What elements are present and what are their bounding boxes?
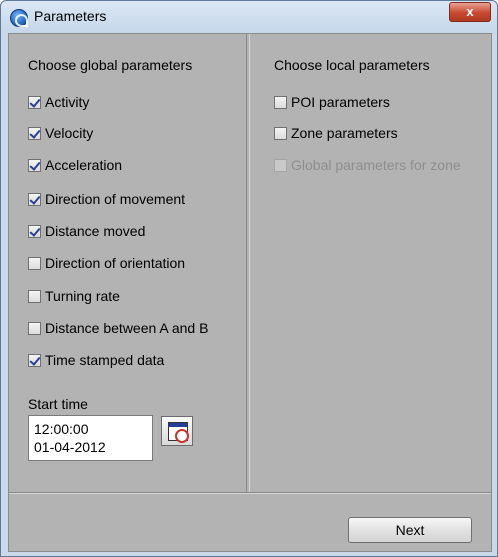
global-parameters-heading: Choose global parameters bbox=[28, 57, 193, 73]
checkbox-label: Distance moved bbox=[45, 223, 146, 239]
checkbox-turning-rate[interactable]: Turning rate bbox=[28, 287, 120, 305]
checkbox-label: Velocity bbox=[45, 125, 94, 141]
parameters-dialog: Parameters x Choose global parameters Ac… bbox=[0, 0, 498, 557]
checkbox-box[interactable] bbox=[274, 95, 287, 109]
checkbox-box[interactable] bbox=[28, 353, 41, 367]
checkbox-label: Zone parameters bbox=[291, 125, 398, 141]
checkbox-box bbox=[274, 158, 287, 172]
app-logo-icon bbox=[10, 9, 28, 27]
global-parameters-panel: Choose global parameters Activity Veloci… bbox=[9, 34, 247, 492]
checkbox-direction-of-orientation[interactable]: Direction of orientation bbox=[28, 254, 185, 272]
checkbox-box[interactable] bbox=[28, 192, 41, 206]
checkbox-acceleration[interactable]: Acceleration bbox=[28, 156, 122, 174]
checkbox-box[interactable] bbox=[28, 95, 41, 109]
checkbox-direction-of-movement[interactable]: Direction of movement bbox=[28, 190, 185, 208]
checkbox-box[interactable] bbox=[28, 321, 41, 335]
window-title: Parameters bbox=[34, 8, 107, 24]
checkbox-label: Acceleration bbox=[45, 157, 123, 173]
checkbox-box[interactable] bbox=[28, 126, 41, 140]
checkbox-label: Direction of orientation bbox=[45, 255, 186, 271]
checkbox-box[interactable] bbox=[28, 158, 41, 172]
close-button[interactable]: x bbox=[449, 2, 491, 22]
checkbox-label: Time stamped data bbox=[45, 352, 165, 368]
title-bar[interactable]: Parameters x bbox=[1, 1, 497, 33]
local-parameters-panel: Choose local parameters POI parameters Z… bbox=[249, 34, 491, 492]
next-button[interactable]: Next bbox=[348, 517, 472, 543]
checkbox-box[interactable] bbox=[28, 289, 41, 303]
start-time-label: Start time bbox=[28, 396, 88, 412]
checkbox-activity[interactable]: Activity bbox=[28, 93, 89, 111]
checkbox-label: POI parameters bbox=[291, 94, 390, 110]
checkbox-label: Distance between A and B bbox=[45, 320, 209, 336]
checkbox-time-stamped-data[interactable]: Time stamped data bbox=[28, 351, 164, 369]
local-parameters-heading: Choose local parameters bbox=[274, 57, 430, 73]
checkbox-label: Direction of movement bbox=[45, 191, 186, 207]
checkbox-box[interactable] bbox=[274, 126, 287, 140]
calendar-button[interactable] bbox=[161, 416, 193, 446]
checkbox-velocity[interactable]: Velocity bbox=[28, 124, 93, 142]
checkbox-zone-parameters[interactable]: Zone parameters bbox=[274, 124, 398, 142]
checkbox-label: Activity bbox=[45, 94, 90, 110]
footer-divider bbox=[9, 492, 491, 494]
checkbox-box[interactable] bbox=[28, 256, 41, 270]
checkbox-label: Global parameters for zone bbox=[291, 157, 461, 173]
calendar-icon bbox=[168, 422, 189, 443]
checkbox-label: Turning rate bbox=[45, 288, 120, 304]
checkbox-poi-parameters[interactable]: POI parameters bbox=[274, 93, 390, 111]
checkbox-distance-between-a-and-b[interactable]: Distance between A and B bbox=[28, 319, 208, 337]
start-date-value: 01-04-2012 bbox=[34, 439, 106, 455]
start-time-field[interactable]: 12:00:00 01-04-2012 bbox=[28, 415, 153, 461]
dialog-body: Choose global parameters Activity Veloci… bbox=[8, 33, 492, 552]
checkbox-box[interactable] bbox=[28, 224, 41, 238]
start-time-value: 12:00:00 bbox=[34, 421, 89, 437]
checkbox-global-parameters-for-zone: Global parameters for zone bbox=[274, 156, 461, 174]
checkbox-distance-moved[interactable]: Distance moved bbox=[28, 222, 145, 240]
